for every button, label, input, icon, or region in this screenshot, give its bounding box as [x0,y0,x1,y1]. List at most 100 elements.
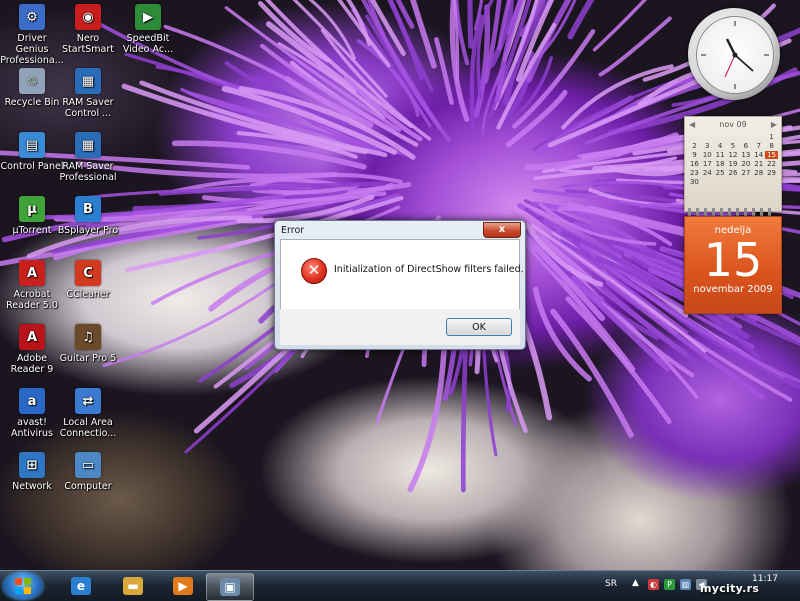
guitar-pro-icon: ♫ [75,324,101,350]
desktop-icon[interactable]: ♫ Guitar Pro 5 [56,324,120,364]
calendar-day: 18 [715,160,725,168]
desktop-icon[interactable]: ⚙ Driver Genius Professiona... [0,4,64,66]
calendar-gadget[interactable]: ◀ nov 09 ▶ 1 2 3 4 5 6 7 8 9 10 11 12 13 14 15 16 17 18 19… [684,116,782,314]
ccleaner-icon: C [75,260,101,286]
ram-saver-professional-icon: ▦ [75,132,101,158]
calendar-day [752,178,765,186]
calendar-day: 6 [743,142,749,150]
windows-logo-icon [15,578,31,594]
taskbar-app-button[interactable]: e [58,573,104,599]
taskbar-app-button[interactable]: ▬ [110,573,156,599]
windows-explorer-icon: ▬ [123,577,143,595]
wallpaper-spine [467,0,474,49]
ok-button[interactable]: OK [446,318,512,336]
desktop-icon[interactable]: A Acrobat Reader 5.0 [0,260,64,311]
error-dialog: Error x ✕ Initialization of DirectShow f… [274,220,526,350]
desktop-icon-label: Recycle Bin [4,97,60,108]
desktop-icon[interactable]: ⇄ Local Area Connectio... [56,388,120,439]
error-message: Initialization of DirectShow filters fai… [334,264,524,275]
calendar-day: 17 [702,160,712,168]
clock-hands-icon [701,21,769,89]
calendar-day: 2 [692,142,697,150]
desktop-icon-label: Nero StartSmart [62,33,114,55]
calendar-day: 11 [715,151,725,159]
clock-gadget[interactable] [688,8,780,100]
computer-icon: ▭ [75,452,101,478]
desktop-icon-label: SpeedBit Video Ac... [122,33,174,55]
desktop-icon[interactable]: µ µTorrent [0,196,64,236]
desktop-icon-label: µTorrent [12,225,52,236]
calendar-day: 20 [741,160,751,168]
clock-face [696,16,774,94]
calendar-day: 7 [756,142,761,150]
desktop-icon[interactable]: ▭ Computer [56,452,120,492]
calendar-day: 4 [717,142,723,150]
desktop-icon[interactable]: ▶ SpeedBit Video Ac... [116,4,180,55]
security-shield-icon[interactable]: ◐ [648,579,659,590]
desktop-icon[interactable]: ▤ Control Panel [0,132,64,172]
taskbar: e ▬ ▶ ▣ SR ▲ ◐ P ▥ ◀ 11:17 [0,570,800,601]
calendar-day-grid: 1 2 3 4 5 6 7 8 9 10 11 12 13 14 15 16 17 18 19 20 21 22 23 24 2… [688,133,778,186]
desktop-icon[interactable]: ♲ Recycle Bin [0,68,64,108]
calendar-day: 24 [702,169,712,177]
calendar-day: 1 [769,133,774,141]
calendar-day: 10 [702,151,712,159]
calendar-day [727,178,740,186]
internet-explorer-icon: e [71,577,91,595]
desktop-icon[interactable]: ◉ Nero StartSmart [56,4,120,55]
green-app-icon[interactable]: P [664,579,675,590]
desktop-icon-label: RAM Saver Professional [59,161,117,183]
desktop-icon-label: avast! Antivirus [10,417,54,439]
calendar-day [714,178,727,186]
desktop-icon[interactable]: C CCleaner [56,260,120,300]
calendar-day [688,133,701,141]
calendar-binding-rings [688,208,776,216]
calendar-month-view: ◀ nov 09 ▶ 1 2 3 4 5 6 7 8 9 10 11 12 13 14 15 16 17 18 19… [684,116,782,212]
wallpaper-spine [345,0,372,47]
desktop-icon-label: Computer [64,481,112,492]
desktop-icon-label: Adobe Reader 9 [10,353,54,375]
wallpaper-spine [550,308,634,438]
calendar-day: 30 [689,178,699,186]
utorrent-icon: µ [19,196,45,222]
desktop-icon-label: BSplayer Pro [57,225,119,236]
desktop-icon[interactable]: ⊞ Network [0,452,64,492]
desktop-icon[interactable]: a avast! Antivirus [0,388,64,439]
desktop-icon[interactable]: ▦ RAM Saver Professional [56,132,120,183]
acrobat-icon: A [19,260,45,286]
network-tray-icon[interactable]: ▥ [680,579,691,590]
desktop-icon-label: Control Panel [0,161,64,172]
desktop-icon-label: Driver Genius Professiona... [0,33,64,66]
desktop-icon[interactable]: A Adobe Reader 9 [0,324,64,375]
desktop-icon-label: RAM Saver Control ... [62,97,114,119]
desktop-icon-label: Local Area Connectio... [59,417,117,439]
calendar-day: 29 [767,169,777,177]
wallpaper-spine [410,0,437,69]
watermark: mycity.rs [700,582,760,595]
desktop-icon[interactable]: B BSplayer Pro [56,196,120,236]
language-indicator[interactable]: SR [605,579,617,589]
network-connection-icon: ⇄ [75,388,101,414]
desktop-icon-label: CCleaner [66,289,110,300]
show-hidden-icons-icon[interactable]: ▲ [632,578,639,588]
start-button[interactable] [3,572,43,600]
calendar-day: 26 [728,169,738,177]
calendar-day [752,133,765,141]
control-panel-icon: ▤ [19,132,45,158]
desktop-icon[interactable]: ▦ RAM Saver Control ... [56,68,120,119]
wallpaper-spine [598,16,672,77]
calendar-day [727,133,740,141]
dialog-close-button[interactable]: x [483,222,521,238]
nero-icon: ◉ [75,4,101,30]
taskbar-app-button[interactable]: ▶ [160,573,206,599]
calendar-day [739,178,752,186]
error-icon: ✕ [301,258,327,284]
calendar-day: 8 [769,142,774,150]
dialog-title: Error [281,225,305,236]
calendar-day: 14 [754,151,764,159]
calendar-prev-icon[interactable]: ◀ [689,120,695,129]
calendar-next-icon[interactable]: ▶ [771,120,777,129]
calendar-day-view: nedelja 15 novembar 2009 [684,216,782,314]
calendar-day: 21 [754,160,764,168]
taskbar-app-button[interactable]: ▣ [206,573,254,601]
